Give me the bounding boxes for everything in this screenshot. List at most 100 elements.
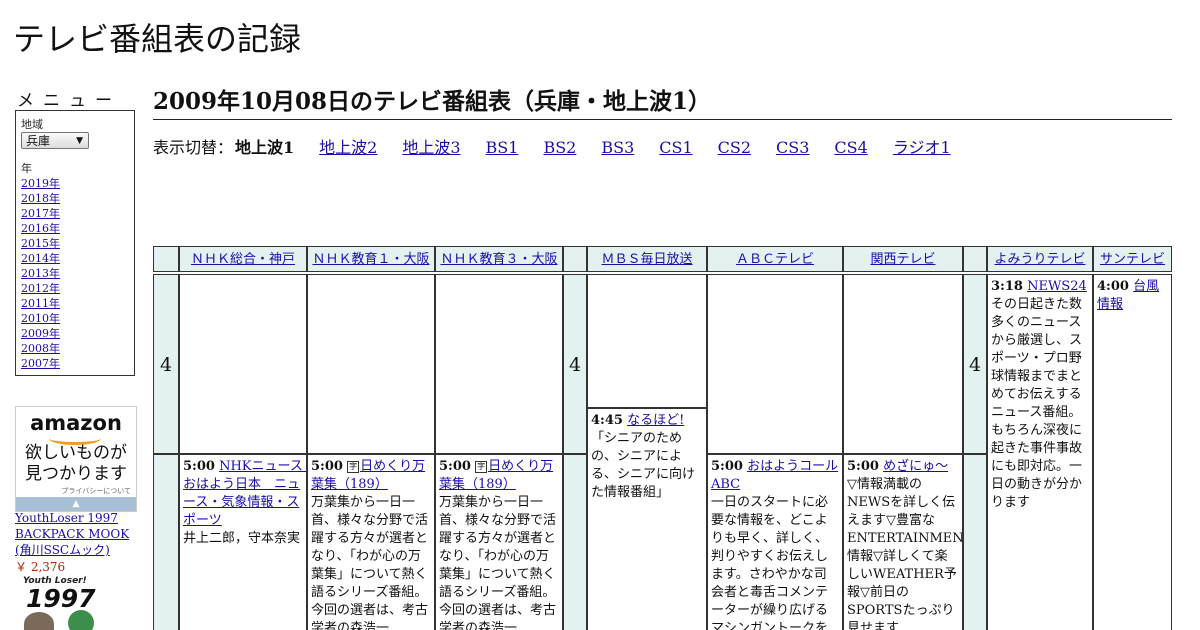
- amazon-smile-icon: [49, 432, 101, 445]
- channel-column: ＮＨＫ総合・神戸 5:00 NHKニュース おはよう日本 ニュース・気象情報・ス…: [179, 246, 307, 630]
- channel-link[interactable]: ＭＢＳ毎日放送: [601, 252, 692, 267]
- subtitle-icon: 字: [475, 461, 488, 473]
- year-link[interactable]: 2008年: [21, 342, 60, 355]
- hour-cell: [963, 454, 987, 630]
- channel-header: サンテレビ: [1093, 246, 1172, 272]
- channel-link[interactable]: 関西テレビ: [870, 252, 935, 267]
- hour-column: 4: [153, 246, 179, 630]
- year-link[interactable]: 2007年: [21, 357, 60, 370]
- switch-link-cs4[interactable]: CS4: [834, 138, 867, 157]
- hour-cell: [153, 454, 179, 630]
- channel-column: よみうりテレビ 3:18 NEWS24 その日起きた数多くのニュースから厳選し、…: [987, 246, 1093, 630]
- thumb-year: 1997: [26, 584, 96, 613]
- region-label: 地域: [21, 118, 43, 131]
- switch-link-cs1[interactable]: CS1: [659, 138, 692, 157]
- channel-link[interactable]: ＮＨＫ教育３・大阪: [440, 252, 557, 267]
- year-link[interactable]: 2015年: [21, 237, 60, 250]
- year-link[interactable]: 2012年: [21, 282, 60, 295]
- year-link[interactable]: 2011年: [21, 297, 60, 310]
- hour-header: [153, 246, 179, 272]
- switch-current: 地上波1: [235, 138, 295, 157]
- channel-header: ＮＨＫ教育３・大阪: [435, 246, 563, 272]
- program-cell: 5:00 めざにゅ～ ▽情報満載のNEWSを詳しく伝えます▽豊富なENTERTA…: [843, 454, 963, 630]
- program-cell-empty: [707, 274, 843, 454]
- region-select[interactable]: 兵庫 ▼: [21, 132, 89, 149]
- program-cell: 5:00 NHKニュース おはよう日本 ニュース・気象情報・スポーツ 井上二郎，…: [179, 454, 307, 630]
- hour-column: 4: [963, 246, 987, 630]
- program-title-link[interactable]: NEWS24: [1027, 279, 1087, 294]
- program-cell-empty: [587, 274, 707, 408]
- thumb-figure: [24, 612, 54, 630]
- switch-link-cs2[interactable]: CS2: [718, 138, 751, 157]
- ad-tagline-line: 見つかります: [25, 464, 127, 484]
- channel-header: よみうりテレビ: [987, 246, 1093, 272]
- chevron-down-icon: ▼: [76, 136, 83, 146]
- switch-label: 表示切替：: [153, 138, 234, 157]
- year-link[interactable]: 2013年: [21, 267, 60, 280]
- product-price: ￥ 2,376: [15, 560, 66, 574]
- product-thumbnail[interactable]: Youth Loser! 1997: [20, 576, 98, 630]
- switch-link-radio1[interactable]: ラジオ1: [893, 138, 951, 157]
- program-cell: 5:00 字日めくり万葉集（189） 万葉集から一日一首、様々な分野で活躍する方…: [307, 454, 435, 630]
- channel-column: サンテレビ 4:00 台風情報: [1093, 246, 1172, 630]
- program-time: 5:00: [711, 459, 743, 474]
- program-time: 5:00: [183, 459, 215, 474]
- channel-link[interactable]: よみうりテレビ: [994, 252, 1085, 267]
- program-cell-empty: [435, 274, 563, 454]
- program-desc: 井上二郎，守本奈実: [183, 531, 301, 546]
- switch-link-bs3[interactable]: BS3: [601, 138, 634, 157]
- program-cell: 5:00 おはようコールABC 一日のスタートに必要な情報を、どこよりも早く、詳…: [707, 454, 843, 630]
- program-time: 4:45: [591, 413, 623, 428]
- program-title-link[interactable]: なるほど!: [627, 413, 684, 428]
- program-cell: 4:00 台風情報: [1093, 274, 1172, 630]
- switch-link-bs2[interactable]: BS2: [543, 138, 576, 157]
- year-link[interactable]: 2016年: [21, 222, 60, 235]
- product-title-link[interactable]: YouthLoser 1997 BACKPACK MOOK (角川SSCムック): [15, 510, 140, 558]
- page-title: 2009年10月08日のテレビ番組表（兵庫・地上波1）: [153, 82, 1172, 120]
- year-link[interactable]: 2019年: [21, 177, 60, 190]
- amazon-ad[interactable]: amazon 欲しいものが 見つかります プライバシーについて ▲: [15, 406, 137, 512]
- region-select-value: 兵庫: [26, 134, 51, 148]
- thumb-figure: [68, 610, 94, 630]
- channel-column: ＡＢＣテレビ 5:00 おはようコールABC 一日のスタートに必要な情報を、どこ…: [707, 246, 843, 630]
- hour-label: 4: [963, 274, 987, 454]
- ad-tagline: 欲しいものが 見つかります: [16, 443, 136, 485]
- switch-link-bs1[interactable]: BS1: [486, 138, 519, 157]
- year-link[interactable]: 2017年: [21, 207, 60, 220]
- hour-column: 4: [563, 246, 587, 630]
- program-guide-table: 4 ＮＨＫ総合・神戸 5:00 NHKニュース おはよう日本 ニュース・気象情報…: [153, 246, 1173, 630]
- site-title: テレビ番組表の記録: [13, 20, 302, 58]
- hour-label: 4: [153, 274, 179, 454]
- channel-link[interactable]: ＡＢＣテレビ: [736, 252, 814, 267]
- hour-header: [963, 246, 987, 272]
- ad-tagline-line: 欲しいものが: [25, 443, 127, 463]
- channel-header: 関西テレビ: [843, 246, 963, 272]
- program-desc: 万葉集から一日一首、様々な分野で活躍する方々が選者となり、「わが心の万葉集」につ…: [439, 495, 557, 630]
- program-cell-empty: [307, 274, 435, 454]
- channel-link[interactable]: サンテレビ: [1100, 252, 1165, 267]
- year-link[interactable]: 2009年: [21, 327, 60, 340]
- program-desc: その日起きた数多くのニュースから厳選し、スポーツ・プロ野球情報までまとめてお伝え…: [991, 297, 1083, 510]
- subtitle-icon: 字: [347, 461, 360, 473]
- ad-scroll-bar[interactable]: ▲: [16, 497, 136, 511]
- switch-link-cs3[interactable]: CS3: [776, 138, 809, 157]
- year-link[interactable]: 2018年: [21, 192, 60, 205]
- channel-link[interactable]: ＮＨＫ教育１・大阪: [312, 252, 429, 267]
- switch-link-chijo3[interactable]: 地上波3: [402, 138, 460, 157]
- year-link[interactable]: 2010年: [21, 312, 60, 325]
- program-desc: 一日のスタートに必要な情報を、どこよりも早く、詳しく、判りやすくお伝えします。さ…: [711, 495, 829, 630]
- year-link[interactable]: 2014年: [21, 252, 60, 265]
- channel-header: ＡＢＣテレビ: [707, 246, 843, 272]
- switch-link-chijo2[interactable]: 地上波2: [319, 138, 377, 157]
- program-cell: 4:45 なるほど! 「シニアのための、シニアによる、シニアに向けた情報番組」: [587, 408, 707, 630]
- program-title-link[interactable]: めざにゅ～: [883, 459, 948, 474]
- program-desc: ▽情報満載のNEWSを詳しく伝えます▽豊富なENTERTAINMENT情報▽詳し…: [847, 477, 963, 630]
- channel-column: ＮＨＫ教育３・大阪 5:00 字日めくり万葉集（189） 万葉集から一日一首、様…: [435, 246, 563, 630]
- hour-header: [563, 246, 587, 272]
- channel-link[interactable]: ＮＨＫ総合・神戸: [191, 252, 295, 267]
- menu-box: 地域 兵庫 ▼ 年 2019年 2018年 2017年 2016年 2015年 …: [15, 110, 135, 376]
- program-desc: 万葉集から一日一首、様々な分野で活躍する方々が選者となり、「わが心の万葉集」につ…: [311, 495, 429, 630]
- channel-column: ＭＢＳ毎日放送 4:45 なるほど! 「シニアのための、シニアによる、シニアに向…: [587, 246, 707, 630]
- program-time: 5:00: [847, 459, 879, 474]
- ad-privacy-link[interactable]: プライバシーについて: [61, 486, 131, 496]
